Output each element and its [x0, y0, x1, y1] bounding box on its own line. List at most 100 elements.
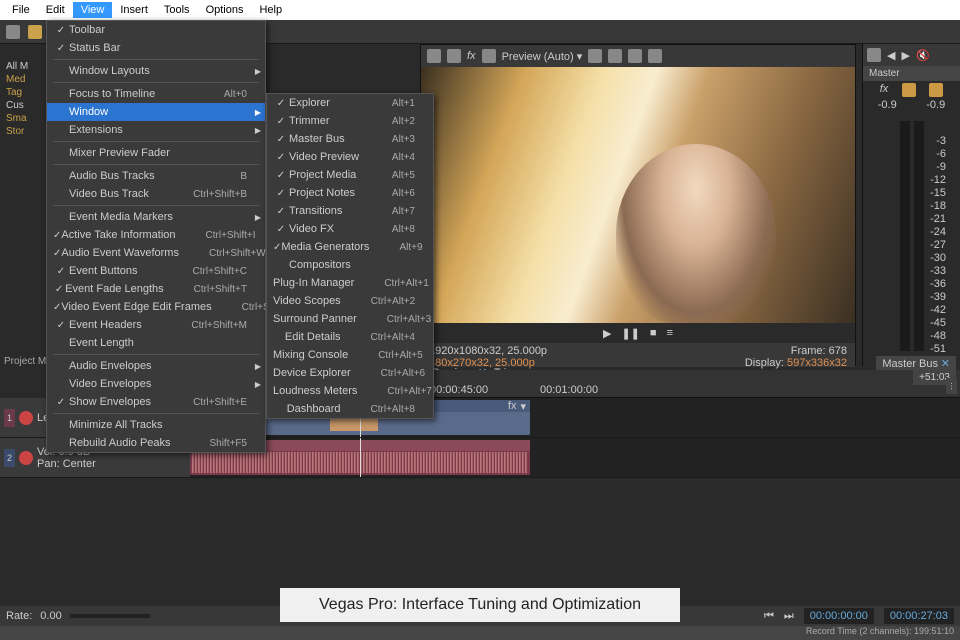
menu-item[interactable]: ✓Audio Event WaveformsCtrl+Shift+W [47, 244, 265, 262]
rate-slider[interactable] [70, 614, 150, 618]
overlay-icon[interactable] [588, 49, 602, 63]
menu-item[interactable]: ✓Event ButtonsCtrl+Shift+C [47, 262, 265, 280]
menu-item[interactable]: Minimize All Tracks [47, 416, 265, 434]
menu-item-label: Status Bar [69, 42, 247, 54]
save-snapshot-icon[interactable] [648, 49, 662, 63]
menu-item[interactable]: Window▶ [47, 103, 265, 121]
tree-item[interactable]: Tag [4, 86, 48, 99]
menu-view[interactable]: View [73, 2, 113, 18]
tab-side[interactable]: ⋯ [946, 378, 957, 394]
menu-item[interactable]: ✓Event Fade LengthsCtrl+Shift+T [47, 280, 265, 298]
peak-left: -0.9 [878, 99, 897, 111]
menu-help[interactable]: Help [251, 2, 290, 18]
shortcut-label: Alt+4 [392, 152, 415, 163]
split-screen-icon[interactable] [482, 49, 496, 63]
fx-icon[interactable]: fx [508, 400, 517, 412]
record-icon[interactable] [19, 451, 33, 465]
menu-item-label: Audio Bus Tracks [69, 170, 240, 182]
menu-item[interactable]: ✓ExplorerAlt+1 [267, 94, 433, 112]
fx-icon[interactable]: fx [880, 83, 889, 97]
menu-item[interactable]: ✓Active Take InformationCtrl+Shift+I [47, 226, 265, 244]
next-icon[interactable]: ▶ [901, 49, 909, 62]
close-icon[interactable]: ✕ [941, 358, 950, 370]
audio-track-lane[interactable]: Video Lens Flare [190, 438, 960, 477]
menu-item[interactable]: Video Bus TrackCtrl+Shift+B [47, 185, 265, 203]
preview-image [421, 67, 855, 323]
stop-icon[interactable]: ■ [650, 327, 657, 339]
expand-icon[interactable]: ▾ [520, 400, 526, 412]
menu-item[interactable]: ✓Master BusAlt+3 [267, 130, 433, 148]
tree-item[interactable]: Cus [4, 99, 48, 112]
tree-item[interactable]: All M [4, 60, 48, 73]
preview-quality-dropdown[interactable]: Preview (Auto) ▾ [502, 50, 583, 63]
menu-item[interactable]: Surround PannerCtrl+Alt+3 [267, 310, 433, 328]
pause-icon[interactable]: ❚❚ [621, 327, 639, 340]
mute-icon[interactable]: 🔇 [916, 49, 930, 62]
menu-item[interactable]: Edit DetailsCtrl+Alt+4 [267, 328, 433, 346]
preview-settings-icon[interactable] [427, 49, 441, 63]
insert-fx-icon[interactable] [902, 83, 916, 97]
tab-master-bus[interactable]: Master Bus ✕ [876, 356, 956, 371]
menu-edit[interactable]: Edit [38, 2, 73, 18]
gear-icon[interactable] [867, 48, 881, 62]
timecode-current[interactable]: 00:00:27:03 [884, 608, 954, 624]
menu-item[interactable]: ✓Video Event Edge Edit FramesCtrl+Shift+… [47, 298, 265, 316]
menu-item[interactable]: Focus to TimelineAlt+0 [47, 85, 265, 103]
go-end-icon[interactable]: ⏭ [784, 610, 794, 623]
menu-item[interactable]: Window Layouts▶ [47, 62, 265, 80]
fx-icon[interactable]: fx [467, 50, 476, 62]
play-icon[interactable]: ▶ [603, 327, 611, 340]
open-project-icon[interactable] [28, 25, 42, 39]
menu-item[interactable]: Loudness MetersCtrl+Alt+7 [267, 382, 433, 400]
menu-item[interactable]: ✓Media GeneratorsAlt+9 [267, 238, 433, 256]
menu-item[interactable]: ✓Video PreviewAlt+4 [267, 148, 433, 166]
go-start-icon[interactable]: ⏮ [764, 610, 774, 623]
menu-item[interactable]: ✓Event HeadersCtrl+Shift+M [47, 316, 265, 334]
master-title: Master [863, 66, 960, 81]
menu-options[interactable]: Options [198, 2, 252, 18]
menu-item[interactable]: ✓Show EnvelopesCtrl+Shift+E [47, 393, 265, 411]
menu-item[interactable]: Audio Bus TracksB [47, 167, 265, 185]
menu-item[interactable]: ✓Toolbar [47, 21, 265, 39]
meter-right [914, 121, 924, 351]
menu-item[interactable]: ✓TrimmerAlt+2 [267, 112, 433, 130]
tree-item[interactable]: Med [4, 73, 48, 86]
menu-item[interactable]: Rebuild Audio PeaksShift+F5 [47, 434, 265, 452]
menu-insert[interactable]: Insert [112, 2, 156, 18]
copy-snapshot-icon[interactable] [628, 49, 642, 63]
playhead[interactable] [360, 438, 361, 477]
tree-item[interactable]: Sma [4, 112, 48, 125]
menu-item[interactable]: Event Length [47, 334, 265, 352]
menu-item-label: Event Length [69, 337, 247, 349]
menu-item[interactable]: ✓Status Bar [47, 39, 265, 57]
tree-item[interactable]: Stor [4, 125, 48, 138]
check-icon: ✓ [273, 170, 289, 181]
menu-item[interactable]: DashboardCtrl+Alt+8 [267, 400, 433, 418]
safe-area-icon[interactable] [608, 49, 622, 63]
record-icon[interactable] [19, 411, 33, 425]
output-icon[interactable] [929, 83, 943, 97]
new-project-icon[interactable] [6, 25, 20, 39]
menu-item[interactable]: ✓Project NotesAlt+6 [267, 184, 433, 202]
menu-item[interactable]: Mixing ConsoleCtrl+Alt+5 [267, 346, 433, 364]
menu-item[interactable]: Mixer Preview Fader [47, 144, 265, 162]
menu-file[interactable]: File [4, 2, 38, 18]
submenu-arrow-icon: ▶ [255, 213, 261, 222]
menu-item[interactable]: ✓Project MediaAlt+5 [267, 166, 433, 184]
menu-item[interactable]: ✓TransitionsAlt+7 [267, 202, 433, 220]
menu-item[interactable]: Device ExplorerCtrl+Alt+6 [267, 364, 433, 382]
more-icon[interactable]: ≡ [667, 327, 673, 339]
menu-item[interactable]: Plug-In ManagerCtrl+Alt+1 [267, 274, 433, 292]
menu-item[interactable]: Extensions▶ [47, 121, 265, 139]
menu-tools[interactable]: Tools [156, 2, 198, 18]
menu-item[interactable]: Video Envelopes▶ [47, 375, 265, 393]
menu-item[interactable]: Video ScopesCtrl+Alt+2 [267, 292, 433, 310]
menu-item[interactable]: Compositors [267, 256, 433, 274]
menu-item[interactable]: Event Media Markers▶ [47, 208, 265, 226]
menu-item[interactable]: ✓Video FXAlt+8 [267, 220, 433, 238]
shortcut-label: Alt+5 [392, 170, 415, 181]
menu-item[interactable]: Audio Envelopes▶ [47, 357, 265, 375]
timecode-start[interactable]: 00:00:00:00 [804, 608, 874, 624]
prev-icon[interactable]: ◀ [887, 49, 895, 62]
external-monitor-icon[interactable] [447, 49, 461, 63]
